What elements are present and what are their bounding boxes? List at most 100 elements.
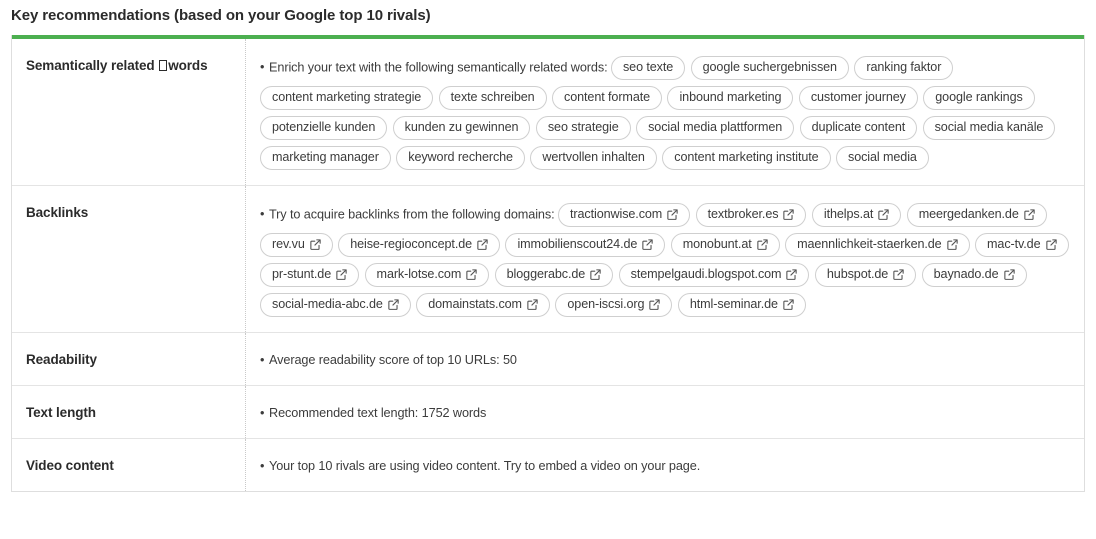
keyword-pill[interactable]: inbound marketing [667,86,794,110]
keyword-pill[interactable]: google suchergebnissen [690,56,849,80]
backlink-domain-label: textbroker.es [707,207,779,221]
keyword-pill[interactable]: content marketing institute [662,146,831,170]
backlink-domain-pill[interactable]: stempelgaudi.blogspot.com [618,263,810,287]
bullet-icon: • [260,459,265,473]
backlink-domain-label: rev.vu [272,237,305,251]
keyword-label: ranking faktor [866,60,942,74]
keyword-pill[interactable]: wertvollen inhalten [530,146,657,170]
recommendation-text: Average readability score of top 10 URLs… [269,353,517,367]
backlink-domain-pill[interactable]: pr-stunt.de [260,263,360,287]
keyword-label: marketing manager [272,150,379,164]
keyword-label: inbound marketing [679,90,782,104]
keyword-pill[interactable]: social media [836,146,929,170]
backlink-domain-pill[interactable]: rev.vu [260,233,333,257]
row-label: Readability [12,333,246,385]
backlink-domain-label: pr-stunt.de [272,267,332,281]
row-label-suffix: words [168,58,208,73]
backlink-domain-label: hubspot.de [826,267,889,281]
keyword-pill[interactable]: seo texte [610,56,686,80]
keyword-pill[interactable]: keyword recherche [396,146,525,170]
keyword-pill[interactable]: ranking faktor [854,56,954,80]
row-content: • Recommended text length: 1752 words [246,386,1084,438]
backlink-domain-pill[interactable]: open-iscsi.org [555,293,673,317]
backlink-domain-pill[interactable]: domainstats.com [416,293,550,317]
table-row: Text length • Recommended text length: 175… [12,385,1084,438]
keyword-pill[interactable]: duplicate content [799,116,918,140]
row-label: Video content [12,439,246,491]
backlink-domain-pill[interactable]: immobilienscout24.de [505,233,666,257]
keyword-pill[interactable]: social media kanäle [922,116,1056,140]
missing-glyph-icon [159,60,168,71]
backlink-domain-label: maennlichkeit-staerken.de [797,237,942,251]
row-content: • Your top 10 rivals are using video cont… [246,439,1084,491]
external-link-icon [1024,209,1035,220]
recommendations-panel: Key recommendations (based on your Googl… [0,0,1096,539]
backlink-domain-pill[interactable]: baynado.de [921,263,1027,287]
keyword-label: potenzielle kunden [272,120,376,134]
keyword-label: kunden zu gewinnen [404,120,519,134]
table-body: Semantically related words • Enrich your t… [12,39,1084,491]
table-row: Video content • Your top 10 rivals are usi… [12,438,1084,491]
backlink-domain-label: heise-regioconcept.de [350,237,473,251]
keyword-label: texte schreiben [450,90,535,104]
row-label-text: Video content [26,458,114,473]
backlink-domain-pill[interactable]: ithelps.at [811,203,902,227]
recommendation-line: • Try to acquire backlinks from the follo… [260,200,1074,320]
keyword-label: seo texte [622,60,674,74]
keyword-label: duplicate content [811,120,906,134]
keyword-pill[interactable]: content marketing strategie [260,86,434,110]
backlink-domain-pill[interactable]: mark-lotse.com [364,263,490,287]
row-label-text: Backlinks [26,205,89,220]
external-link-icon [466,269,477,280]
backlink-domain-pill[interactable]: html-seminar.de [677,293,806,317]
backlink-domain-label: mark-lotse.com [376,267,462,281]
row-label-text: Readability [26,352,97,367]
keyword-label: content formate [564,90,651,104]
keyword-label: social media plattformen [648,120,783,134]
row-label-text: Text length [26,405,96,420]
backlink-domain-pill[interactable]: meergedanken.de [906,203,1047,227]
keyword-pill[interactable]: potenzielle kunden [260,116,388,140]
row-label: Text length [12,386,246,438]
keyword-pill[interactable]: google rankings [923,86,1035,110]
external-link-icon [477,239,488,250]
backlink-domain-pill[interactable]: maennlichkeit-staerken.de [785,233,970,257]
table-row: Semantically related words • Enrich your t… [12,39,1084,185]
backlink-domain-pill[interactable]: textbroker.es [695,203,807,227]
recommendation-text: Recommended text length: 1752 words [269,406,487,420]
keyword-pill[interactable]: kunden zu gewinnen [392,116,531,140]
external-link-icon [786,269,798,280]
backlink-domain-label: social-media-abc.de [272,297,383,311]
row-content: • Enrich your text with the following sem… [246,39,1084,185]
keyword-pill[interactable]: marketing manager [260,146,391,170]
backlink-domain-pill[interactable]: mac-tv.de [975,233,1069,257]
row-label: Semantically related words [12,39,246,185]
external-link-icon [893,269,904,280]
external-link-icon [878,209,889,220]
backlink-domain-label: open-iscsi.org [567,297,645,311]
keyword-pill[interactable]: customer journey [798,86,918,110]
keyword-pill[interactable]: texte schreiben [438,86,547,110]
backlink-domain-label: bloggerabc.de [506,267,586,281]
table-row: Readability • Average readability score of… [12,332,1084,385]
backlink-domain-label: monobunt.at [682,237,752,251]
backlink-domain-pill[interactable]: tractionwise.com [558,203,691,227]
backlink-domain-pill[interactable]: bloggerabc.de [494,263,614,287]
backlink-domain-label: domainstats.com [428,297,522,311]
keyword-pill[interactable]: seo strategie [535,116,631,140]
row-content: • Average readability score of top 10 URL… [246,333,1084,385]
backlink-domain-pill[interactable]: monobunt.at [670,233,780,257]
keyword-label: google suchergebnissen [702,60,837,74]
backlink-domain-label: tractionwise.com [570,207,663,221]
bullet-icon: • [260,353,265,367]
external-link-icon [590,269,601,280]
backlink-domain-pill[interactable]: heise-regioconcept.de [338,233,501,257]
backlink-domain-label: html-seminar.de [689,297,778,311]
keyword-pill[interactable]: social media plattformen [636,116,795,140]
backlink-domain-pill[interactable]: social-media-abc.de [260,293,411,317]
keyword-pill[interactable]: content formate [552,86,663,110]
external-link-icon [310,239,321,250]
backlink-domain-pill[interactable]: hubspot.de [814,263,917,287]
external-link-icon [946,239,958,250]
external-link-icon [388,299,399,310]
